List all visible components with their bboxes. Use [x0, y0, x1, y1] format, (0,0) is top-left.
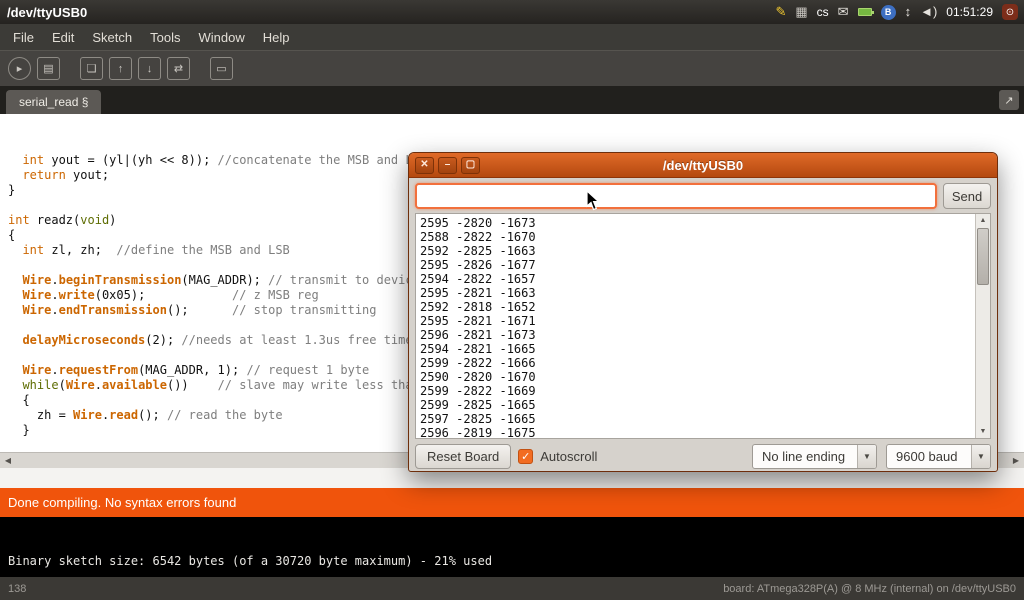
- reset-board-button[interactable]: Reset Board: [415, 444, 511, 469]
- footer-bar: 138 board: ATmega328P(A) @ 8 MHz (intern…: [0, 577, 1024, 600]
- menu-bar: File Edit Sketch Tools Window Help: [0, 24, 1024, 50]
- check-icon: ✓: [521, 450, 530, 463]
- board-info: board: ATmega328P(A) @ 8 MHz (internal) …: [723, 583, 1016, 595]
- serial-line: 2599 -2822 -1669: [420, 384, 971, 398]
- serial-line: 2595 -2820 -1673: [420, 216, 971, 230]
- serial-line: 2592 -2818 -1652: [420, 300, 971, 314]
- serial-line: 2596 -2819 -1675: [420, 426, 971, 438]
- serial-scrollbar[interactable]: ▲ ▼: [975, 214, 990, 438]
- serial-window-title: /dev/ttyUSB0: [409, 158, 997, 173]
- serial-line: 2590 -2820 -1670: [420, 370, 971, 384]
- serial-input[interactable]: [415, 183, 937, 209]
- menu-file[interactable]: File: [4, 26, 43, 49]
- export-icon: ⇄: [174, 62, 183, 75]
- new-sketch-button[interactable]: ❏: [80, 57, 103, 80]
- toolbar: ▸ ▤ ❏ ↑ ↓ ⇄ ▭: [0, 50, 1024, 86]
- upload-button[interactable]: ▤: [37, 57, 60, 80]
- menu-edit[interactable]: Edit: [43, 26, 83, 49]
- close-button[interactable]: ✕: [415, 157, 434, 174]
- scroll-left-icon[interactable]: ◀: [0, 456, 16, 465]
- desktop: /dev/ttyUSB0 ✎ ▦ cs ✉ B ↕ ◄) 01:51:29 ⊙ …: [0, 0, 1024, 600]
- scroll-right-icon[interactable]: ▶: [1008, 456, 1024, 465]
- console-output: Binary sketch size: 6542 bytes (of a 307…: [0, 517, 1024, 577]
- line-ending-select[interactable]: No line ending ▼: [752, 444, 877, 469]
- maximize-icon: ▢: [466, 160, 475, 170]
- serial-line: 2594 -2821 -1665: [420, 342, 971, 356]
- system-tray: ✎ ▦ cs ✉ B ↕ ◄) 01:51:29 ⊙: [775, 4, 1018, 20]
- serial-output-area: 2595 -2820 -16732588 -2822 -16702592 -28…: [415, 213, 991, 439]
- panel-window-title: /dev/ttyUSB0: [7, 5, 87, 20]
- serial-monitor-icon: ▭: [216, 62, 226, 75]
- line-ending-value: No line ending: [753, 445, 857, 468]
- status-message: Done compiling. No syntax errors found: [8, 495, 236, 510]
- export-button[interactable]: ⇄: [167, 57, 190, 80]
- minimize-icon: –: [445, 160, 451, 170]
- serial-output[interactable]: 2595 -2820 -16732588 -2822 -16702592 -28…: [416, 214, 975, 438]
- verify-button[interactable]: ▸: [8, 57, 31, 80]
- open-icon: ↑: [118, 63, 124, 75]
- battery-tip: [872, 11, 874, 14]
- baud-rate-value: 9600 baud: [887, 445, 971, 468]
- open-button[interactable]: ↑: [109, 57, 132, 80]
- serial-line: 2599 -2825 -1665: [420, 398, 971, 412]
- menu-window[interactable]: Window: [189, 26, 253, 49]
- bluetooth-icon[interactable]: B: [881, 5, 896, 20]
- note-icon[interactable]: ✎: [775, 4, 786, 20]
- clock[interactable]: 01:51:29: [946, 5, 993, 19]
- serial-line: 2599 -2822 -1666: [420, 356, 971, 370]
- autoscroll-label: Autoscroll: [540, 449, 597, 464]
- upload-icon: ▤: [43, 62, 53, 75]
- save-button[interactable]: ↓: [138, 57, 161, 80]
- status-bar: Done compiling. No syntax errors found: [0, 488, 1024, 517]
- serial-line: 2595 -2826 -1677: [420, 258, 971, 272]
- volume-icon[interactable]: ◄): [920, 4, 937, 20]
- serial-controls: Reset Board ✓ Autoscroll No line ending …: [409, 441, 997, 471]
- chevron-down-icon[interactable]: ▼: [971, 445, 990, 468]
- battery-icon[interactable]: [858, 8, 872, 16]
- console-text: Binary sketch size: 6542 bytes (of a 307…: [8, 554, 492, 568]
- top-panel: /dev/ttyUSB0 ✎ ▦ cs ✉ B ↕ ◄) 01:51:29 ⊙: [0, 0, 1024, 24]
- send-button[interactable]: Send: [943, 183, 991, 209]
- serial-monitor-window: ✕ – ▢ /dev/ttyUSB0 Send 2595 -2820 -1673…: [408, 152, 998, 472]
- autoscroll-checkbox[interactable]: ✓: [518, 449, 533, 464]
- save-icon: ↓: [147, 63, 153, 75]
- session-menu-icon[interactable]: ⊙: [1002, 4, 1018, 20]
- scrollbar-thumb[interactable]: [977, 228, 989, 285]
- new-sketch-icon: ❏: [87, 62, 97, 75]
- maximize-button[interactable]: ▢: [461, 157, 480, 174]
- menu-tools[interactable]: Tools: [141, 26, 189, 49]
- mail-icon[interactable]: ✉: [838, 4, 849, 20]
- baud-rate-select[interactable]: 9600 baud ▼: [886, 444, 991, 469]
- serial-combos: No line ending ▼ 9600 baud ▼: [752, 444, 991, 469]
- serial-input-row: Send: [409, 178, 997, 213]
- menu-help[interactable]: Help: [254, 26, 299, 49]
- tab-bar: serial_read § ↗: [0, 86, 1024, 114]
- keyboard-layout-indicator[interactable]: cs: [817, 5, 829, 19]
- network-icon[interactable]: ↕: [905, 4, 912, 20]
- serial-window-titlebar[interactable]: ✕ – ▢ /dev/ttyUSB0: [409, 153, 997, 178]
- serial-line: 2595 -2821 -1663: [420, 286, 971, 300]
- scroll-up-icon[interactable]: ▲: [976, 214, 990, 227]
- serial-line: 2592 -2825 -1663: [420, 244, 971, 258]
- window-controls: ✕ – ▢: [415, 157, 480, 174]
- scroll-down-icon[interactable]: ▼: [976, 425, 990, 438]
- mouse-cursor: [586, 190, 600, 211]
- serial-line: 2594 -2822 -1657: [420, 272, 971, 286]
- serial-line: 2595 -2821 -1671: [420, 314, 971, 328]
- chevron-down-icon[interactable]: ▼: [857, 445, 876, 468]
- workspace-switcher-icon[interactable]: ▦: [795, 4, 807, 20]
- serial-line: 2596 -2821 -1673: [420, 328, 971, 342]
- serial-line: 2597 -2825 -1665: [420, 412, 971, 426]
- tab-serial-read[interactable]: serial_read §: [6, 90, 101, 114]
- serial-line: 2588 -2822 -1670: [420, 230, 971, 244]
- close-icon: ✕: [420, 160, 428, 170]
- verify-icon: ▸: [17, 62, 23, 75]
- line-number-indicator: 138: [8, 583, 26, 595]
- minimize-button[interactable]: –: [438, 157, 457, 174]
- tab-menu-button[interactable]: ↗: [999, 90, 1019, 110]
- menu-sketch[interactable]: Sketch: [83, 26, 141, 49]
- tab-menu-icon: ↗: [1004, 94, 1013, 107]
- serial-monitor-button[interactable]: ▭: [210, 57, 233, 80]
